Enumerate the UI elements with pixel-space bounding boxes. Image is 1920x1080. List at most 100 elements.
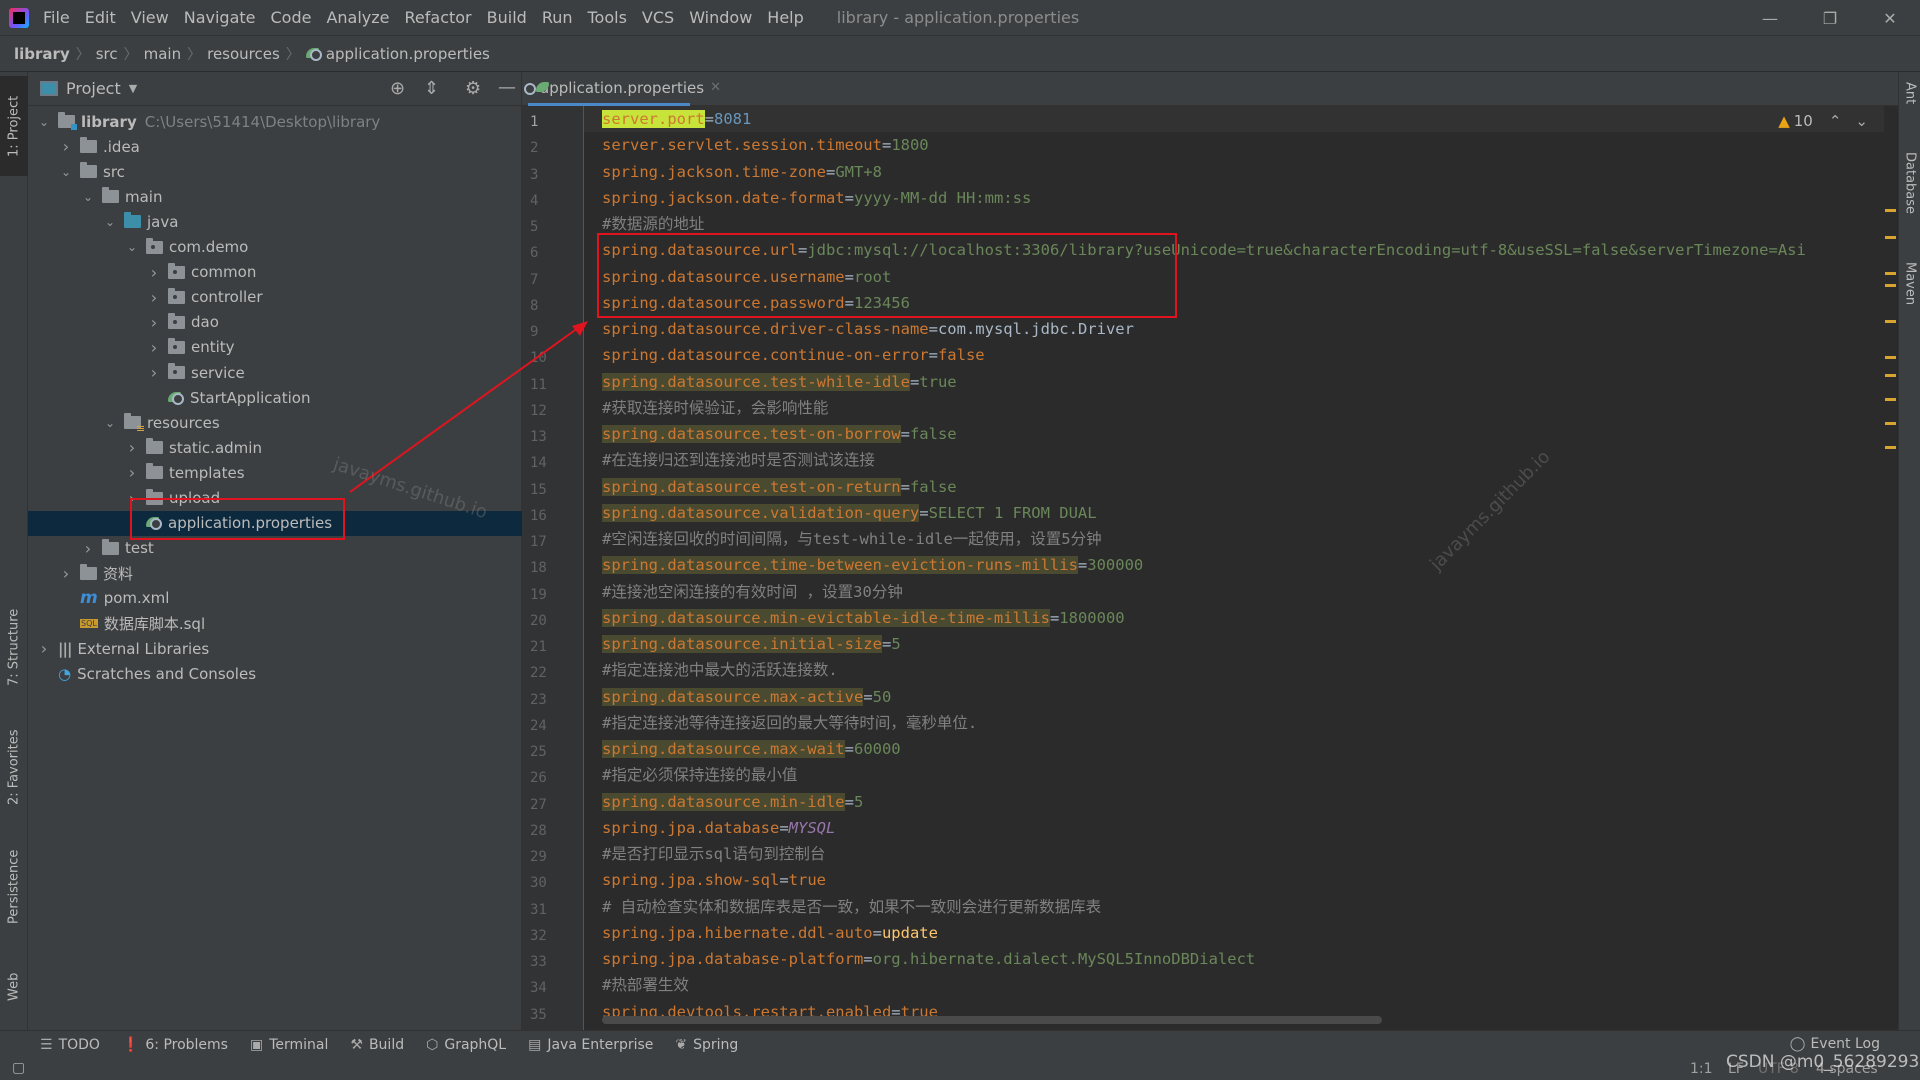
tool-tab-terminal[interactable]: ▣ Terminal bbox=[250, 1037, 328, 1053]
warning-marker[interactable] bbox=[1885, 398, 1896, 401]
close-tab-icon[interactable]: ✕ bbox=[710, 80, 721, 95]
inspection-widget[interactable]: ▲ 10 ⌃ ⌄ bbox=[1778, 112, 1868, 130]
breadcrumb-item[interactable]: main bbox=[144, 45, 181, 63]
code-line[interactable]: spring.jpa.show-sql=true bbox=[602, 867, 826, 893]
code-line[interactable]: #指定必须保持连接的最小值 bbox=[602, 762, 797, 788]
gear-icon[interactable]: ⚙ bbox=[465, 78, 481, 99]
previous-highlight-icon[interactable]: ⌃ bbox=[1829, 112, 1842, 130]
chevron-down-icon[interactable]: ⌄ bbox=[102, 416, 118, 430]
tree-item[interactable]: › ||| External Libraries bbox=[28, 636, 522, 661]
tab-project[interactable]: 1: Project bbox=[0, 76, 28, 176]
menu-help[interactable]: Help bbox=[767, 8, 803, 27]
chevron-right-icon[interactable]: › bbox=[146, 363, 162, 382]
code-line[interactable]: spring.datasource.initial-size=5 bbox=[602, 631, 901, 657]
next-highlight-icon[interactable]: ⌄ bbox=[1855, 112, 1868, 130]
code-line[interactable]: spring.jpa.database=MYSQL bbox=[602, 815, 835, 841]
breadcrumb-item[interactable]: application.properties bbox=[305, 45, 490, 63]
code-line[interactable]: server.servlet.session.timeout=1800 bbox=[602, 132, 929, 158]
tab-application-properties[interactable]: application.properties ✕ bbox=[524, 72, 721, 106]
menu-code[interactable]: Code bbox=[271, 8, 312, 27]
minimize-button[interactable]: — bbox=[1740, 0, 1800, 36]
warning-marker[interactable] bbox=[1885, 374, 1896, 377]
chevron-right-icon[interactable]: › bbox=[146, 263, 162, 282]
code-line[interactable]: #连接池空闲连接的有效时间 ，设置30分钟 bbox=[602, 579, 903, 605]
tree-item[interactable]: ⌄ com.demo bbox=[28, 235, 522, 260]
code-line[interactable]: spring.jpa.hibernate.ddl-auto=update bbox=[602, 920, 938, 946]
menu-analyze[interactable]: Analyze bbox=[326, 8, 389, 27]
chevron-right-icon[interactable]: › bbox=[124, 463, 140, 482]
breadcrumb-item[interactable]: resources bbox=[207, 45, 280, 63]
code-line[interactable]: #指定连接池中最大的活跃连接数. bbox=[602, 657, 838, 683]
code-line[interactable]: spring.datasource.validation-query=SELEC… bbox=[602, 500, 1097, 526]
event-log-button[interactable]: ◯ Event Log bbox=[1790, 1036, 1880, 1052]
warning-marker[interactable] bbox=[1885, 272, 1896, 275]
warning-marker[interactable] bbox=[1885, 209, 1896, 212]
restore-button[interactable]: ❐ bbox=[1800, 0, 1860, 36]
tab-database[interactable]: Database bbox=[1899, 152, 1920, 252]
menu-build[interactable]: Build bbox=[487, 8, 527, 27]
chevron-down-icon[interactable]: ⌄ bbox=[80, 190, 96, 204]
tree-item[interactable]: › entity bbox=[28, 335, 522, 360]
chevron-right-icon[interactable]: › bbox=[146, 288, 162, 307]
menu-window[interactable]: Window bbox=[689, 8, 752, 27]
menu-run[interactable]: Run bbox=[542, 8, 573, 27]
code-line[interactable]: spring.datasource.test-on-borrow=false bbox=[602, 421, 957, 447]
hide-panel-icon[interactable]: — bbox=[498, 77, 516, 98]
chevron-down-icon[interactable]: ⌄ bbox=[102, 215, 118, 229]
tool-tab-spring[interactable]: ❦ Spring bbox=[675, 1037, 738, 1053]
menu-navigate[interactable]: Navigate bbox=[184, 8, 256, 27]
code-line[interactable]: #在连接归还到连接池时是否测试该连接 bbox=[602, 447, 875, 473]
code-line[interactable]: spring.datasource.driver-class-name=com.… bbox=[602, 316, 1134, 342]
tab-favorites[interactable]: 2: Favorites bbox=[0, 712, 28, 822]
tree-item[interactable]: › dao bbox=[28, 310, 522, 335]
warning-marker[interactable] bbox=[1885, 356, 1896, 359]
chevron-down-icon[interactable]: ⌄ bbox=[58, 165, 74, 179]
code-line[interactable]: spring.datasource.continue-on-error=fals… bbox=[602, 342, 985, 368]
code-line[interactable]: spring.jackson.date-format=yyyy-MM-dd HH… bbox=[602, 185, 1031, 211]
menu-refactor[interactable]: Refactor bbox=[405, 8, 472, 27]
breadcrumb-item[interactable]: library bbox=[14, 45, 70, 63]
code-line[interactable]: #空闲连接回收的时间间隔，与test-while-idle一起使用，设置5分钟 bbox=[602, 526, 1102, 552]
tool-tab-todo[interactable]: ☰ TODO bbox=[40, 1037, 100, 1053]
code-line[interactable]: spring.datasource.min-evictable-idle-tim… bbox=[602, 605, 1125, 631]
code-line[interactable]: #热部署生效 bbox=[602, 972, 689, 998]
tree-item[interactable]: ⌄ java bbox=[28, 209, 522, 234]
chevron-down-icon[interactable]: ⌄ bbox=[124, 240, 140, 254]
menu-file[interactable]: File bbox=[43, 8, 70, 27]
tree-item[interactable]: m pom.xml bbox=[28, 586, 522, 611]
code-line[interactable]: spring.datasource.min-idle=5 bbox=[602, 789, 863, 815]
toggle-tool-windows-icon[interactable]: ▢ bbox=[12, 1060, 25, 1076]
code-line[interactable]: server.port=8081 bbox=[602, 106, 751, 132]
chevron-down-icon[interactable]: ▼ bbox=[129, 82, 137, 95]
tab-maven[interactable]: Maven bbox=[1899, 262, 1920, 342]
code-line[interactable]: #获取连接时候验证，会影响性能 bbox=[602, 395, 828, 421]
code-line[interactable]: spring.datasource.test-on-return=false bbox=[602, 474, 957, 500]
tree-item[interactable]: › common bbox=[28, 260, 522, 285]
chevron-right-icon[interactable]: › bbox=[58, 137, 74, 156]
tree-item[interactable]: ⌄ library C:\Users\51414\Desktop\library bbox=[28, 109, 522, 134]
tool-tab-problems[interactable]: ❗ 6: Problems bbox=[122, 1037, 228, 1053]
code-line[interactable]: #是否打印显示sql语句到控制台 bbox=[602, 841, 825, 867]
code-line[interactable]: spring.jpa.database-platform=org.hiberna… bbox=[602, 946, 1255, 972]
tool-tab-java-enterprise[interactable]: ▤ Java Enterprise bbox=[528, 1037, 653, 1053]
chevron-right-icon[interactable]: › bbox=[80, 539, 96, 558]
error-stripe-scrollbar[interactable] bbox=[1884, 106, 1898, 1030]
tree-item[interactable]: › 资料 bbox=[28, 561, 522, 586]
breadcrumb-item[interactable]: src bbox=[96, 45, 118, 63]
caret-position[interactable]: 1:1 bbox=[1690, 1061, 1713, 1077]
code-line[interactable]: spring.jackson.time-zone=GMT+8 bbox=[602, 159, 882, 185]
tree-item[interactable]: ⌄ src bbox=[28, 159, 522, 184]
code-line[interactable]: spring.datasource.max-wait=60000 bbox=[602, 736, 901, 762]
code-line[interactable]: #指定连接池等待连接返回的最大等待时间，毫秒单位. bbox=[602, 710, 977, 736]
warning-marker[interactable] bbox=[1885, 236, 1896, 239]
warning-marker[interactable] bbox=[1885, 284, 1896, 287]
chevron-right-icon[interactable]: › bbox=[124, 438, 140, 457]
tree-item[interactable]: ⌄ resources bbox=[28, 410, 522, 435]
locate-file-icon[interactable]: ⊕ bbox=[390, 78, 405, 99]
tab-ant[interactable]: Ant bbox=[1899, 82, 1920, 142]
tree-item[interactable]: StartApplication bbox=[28, 385, 522, 410]
menu-edit[interactable]: Edit bbox=[85, 8, 116, 27]
warning-marker[interactable] bbox=[1885, 320, 1896, 323]
chevron-right-icon[interactable]: › bbox=[36, 639, 52, 658]
tree-item[interactable]: ◔ Scratches and Consoles bbox=[28, 661, 522, 686]
